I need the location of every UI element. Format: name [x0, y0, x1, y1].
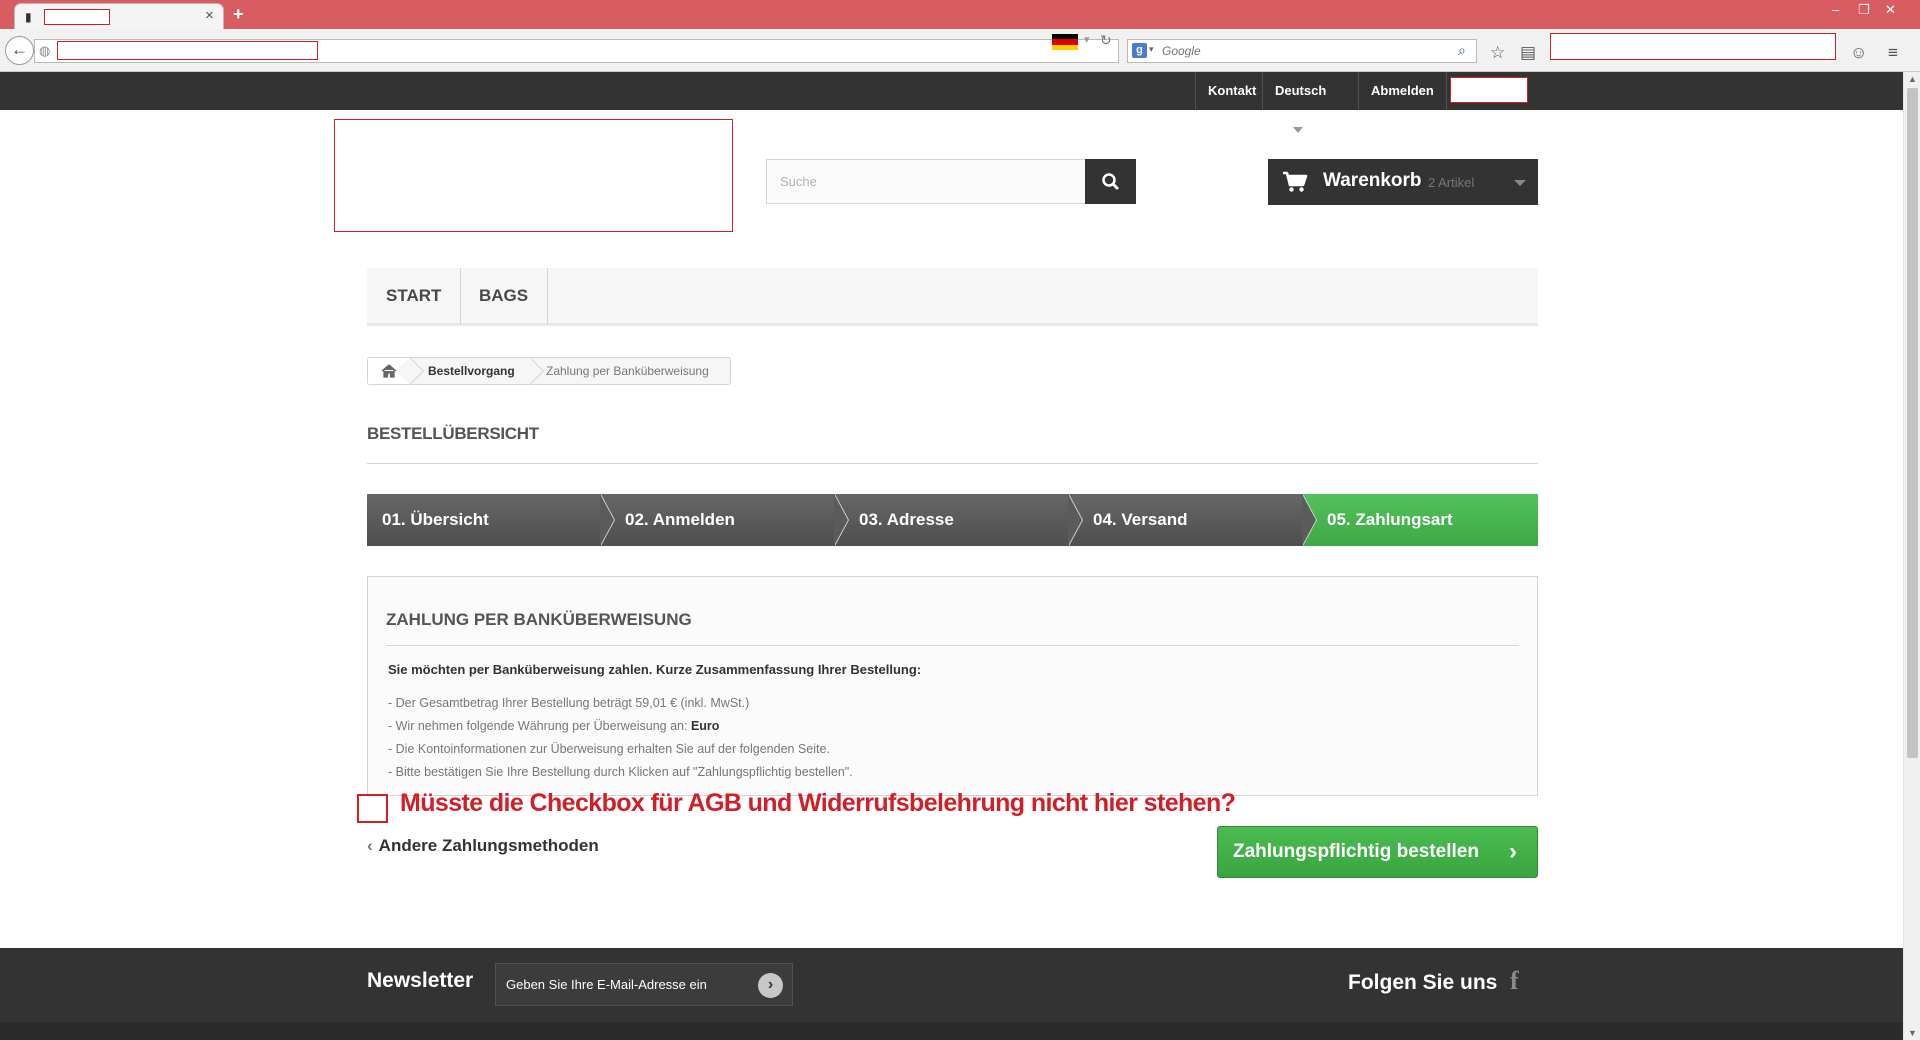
step-address[interactable]: 03. Adresse: [835, 494, 1069, 546]
payment-total-line: - Der Gesamtbetrag Ihrer Bestellung betr…: [388, 696, 750, 710]
browser-titlebar: ▮ × + – ❐ ✕: [0, 0, 1920, 30]
step-shipping[interactable]: 04. Versand: [1069, 494, 1303, 546]
step-payment: 05. Zahlungsart: [1303, 494, 1538, 546]
footer: Newsletter › Folgen Sie uns f: [0, 948, 1903, 1040]
browser-search-bar[interactable]: g ▾ ⌕: [1127, 39, 1477, 63]
annotation-checkbox: [357, 794, 388, 823]
step-separator: [1068, 494, 1082, 546]
footer-bottom-bar: [0, 1022, 1903, 1040]
facebook-icon[interactable]: f: [1510, 966, 1519, 996]
scroll-down-icon[interactable]: ▼: [1908, 1028, 1917, 1038]
step-separator: [1302, 494, 1316, 546]
newsletter-submit-icon[interactable]: ›: [758, 973, 783, 998]
payment-currency-line: - Wir nehmen folgende Währung per Überwe…: [388, 719, 719, 733]
chevron-down-icon: [1514, 180, 1526, 186]
url-dropdown-icon[interactable]: ▾: [1084, 33, 1090, 46]
scroll-up-icon[interactable]: ▲: [1908, 74, 1917, 84]
cart-button[interactable]: Warenkorb 2 Artikel: [1268, 159, 1538, 205]
step-login[interactable]: 02. Anmelden: [601, 494, 835, 546]
menu-item-start[interactable]: START: [367, 268, 462, 324]
contact-link[interactable]: Kontakt: [1195, 72, 1268, 110]
main-menu: START BAGS: [367, 268, 1538, 326]
site-topbar: Kontakt Deutsch Abmelden: [0, 72, 1903, 133]
breadcrumb: Bestellvorgang Zahlung per Banküberweisu…: [367, 356, 731, 386]
account-redacted: [1450, 77, 1528, 103]
back-arrow-icon[interactable]: ←: [5, 36, 34, 65]
payment-lead: Sie möchten per Banküberweisung zahlen. …: [388, 662, 922, 677]
reload-icon[interactable]: ↻: [1100, 32, 1112, 49]
breadcrumb-separator: [515, 356, 545, 386]
cart-title: Warenkorb: [1323, 170, 1422, 191]
chevron-down-icon: [1293, 126, 1303, 133]
checkout-steps: 01. Übersicht 02. Anmelden 03. Adresse 0…: [367, 494, 1538, 546]
search-button[interactable]: [1085, 159, 1136, 204]
newsletter-title: Newsletter: [367, 969, 474, 992]
breadcrumb-current: Zahlung per Banküberweisung: [546, 364, 709, 378]
other-payment-methods-label: Andere Zahlungsmethoden: [378, 836, 599, 855]
restore-icon[interactable]: ❐: [1858, 2, 1870, 18]
currency-text: - Wir nehmen folgende Währung per Überwe…: [388, 719, 691, 733]
step-separator: [600, 494, 614, 546]
payment-account-info-line: - Die Kontoinformationen zur Überweisung…: [388, 742, 830, 756]
tab-close-icon[interactable]: ×: [205, 7, 214, 24]
bookmark-star-icon[interactable]: ☆: [1490, 43, 1505, 63]
menu-hamburger-icon[interactable]: ≡: [1888, 43, 1898, 63]
other-payment-methods-link[interactable]: ‹ Andere Zahlungsmethoden: [367, 836, 599, 856]
payment-confirm-line: - Bitte bestätigen Sie Ihre Bestellung d…: [388, 765, 853, 779]
bookmarks-list-icon[interactable]: ▤: [1520, 43, 1536, 63]
menu-item-bags[interactable]: BAGS: [460, 268, 549, 324]
new-tab-icon[interactable]: +: [233, 4, 244, 25]
search-engine-dropdown-icon[interactable]: ▾: [1149, 44, 1154, 55]
tab-title-redacted: [44, 9, 110, 25]
search-input[interactable]: [766, 159, 1086, 204]
follow-us-title: Folgen Sie uns: [1348, 971, 1498, 994]
toolbar-redacted: [1550, 33, 1836, 60]
language-selector[interactable]: Deutsch: [1262, 72, 1358, 133]
google-icon: g: [1132, 43, 1147, 58]
url-redacted: [57, 41, 318, 60]
globe-icon: ◍: [39, 43, 51, 58]
browser-search-input[interactable]: [1162, 43, 1442, 59]
chevron-right-icon: ›: [1509, 838, 1517, 865]
logout-link[interactable]: Abmelden: [1358, 72, 1447, 110]
payment-summary-box: ZAHLUNG PER BANKÜBERWEISUNG Sie möchten …: [367, 576, 1538, 796]
newsletter-email-input[interactable]: [495, 963, 793, 1006]
minimize-icon[interactable]: –: [1832, 2, 1839, 17]
page-title: BESTELLÜBERSICHT: [367, 424, 1538, 464]
page-scrollbar[interactable]: ▲ ▼: [1903, 72, 1920, 1040]
tab-favicon-icon: ▮: [25, 10, 32, 24]
chevron-left-icon: ‹: [367, 836, 373, 855]
chat-icon[interactable]: ☺: [1850, 43, 1867, 63]
shop-logo-redacted[interactable]: [334, 119, 733, 232]
search-icon: [1102, 173, 1119, 190]
browser-tab[interactable]: ▮ ×: [14, 3, 224, 30]
cart-icon: [1283, 171, 1308, 192]
breadcrumb-checkout[interactable]: Bestellvorgang: [428, 358, 515, 384]
payment-title: ZAHLUNG PER BANKÜBERWEISUNG: [386, 610, 1519, 646]
window-close-icon[interactable]: ✕: [1885, 2, 1896, 18]
place-order-button[interactable]: Zahlungspflichtig bestellen ›: [1217, 826, 1538, 878]
url-bar[interactable]: ◍: [34, 39, 1119, 63]
german-flag-icon: [1052, 34, 1078, 50]
step-overview[interactable]: 01. Übersicht: [367, 494, 601, 546]
currency-value: Euro: [690, 719, 720, 733]
annotation-text: Müsste die Checkbox für AGB und Widerruf…: [400, 789, 1236, 817]
place-order-label: Zahlungspflichtig bestellen: [1233, 841, 1479, 862]
cart-count: 2 Artikel: [1428, 175, 1475, 190]
language-label: Deutsch: [1275, 83, 1327, 98]
step-separator: [834, 494, 848, 546]
scroll-thumb[interactable]: [1907, 88, 1918, 758]
search-go-icon[interactable]: ⌕: [1458, 42, 1466, 59]
